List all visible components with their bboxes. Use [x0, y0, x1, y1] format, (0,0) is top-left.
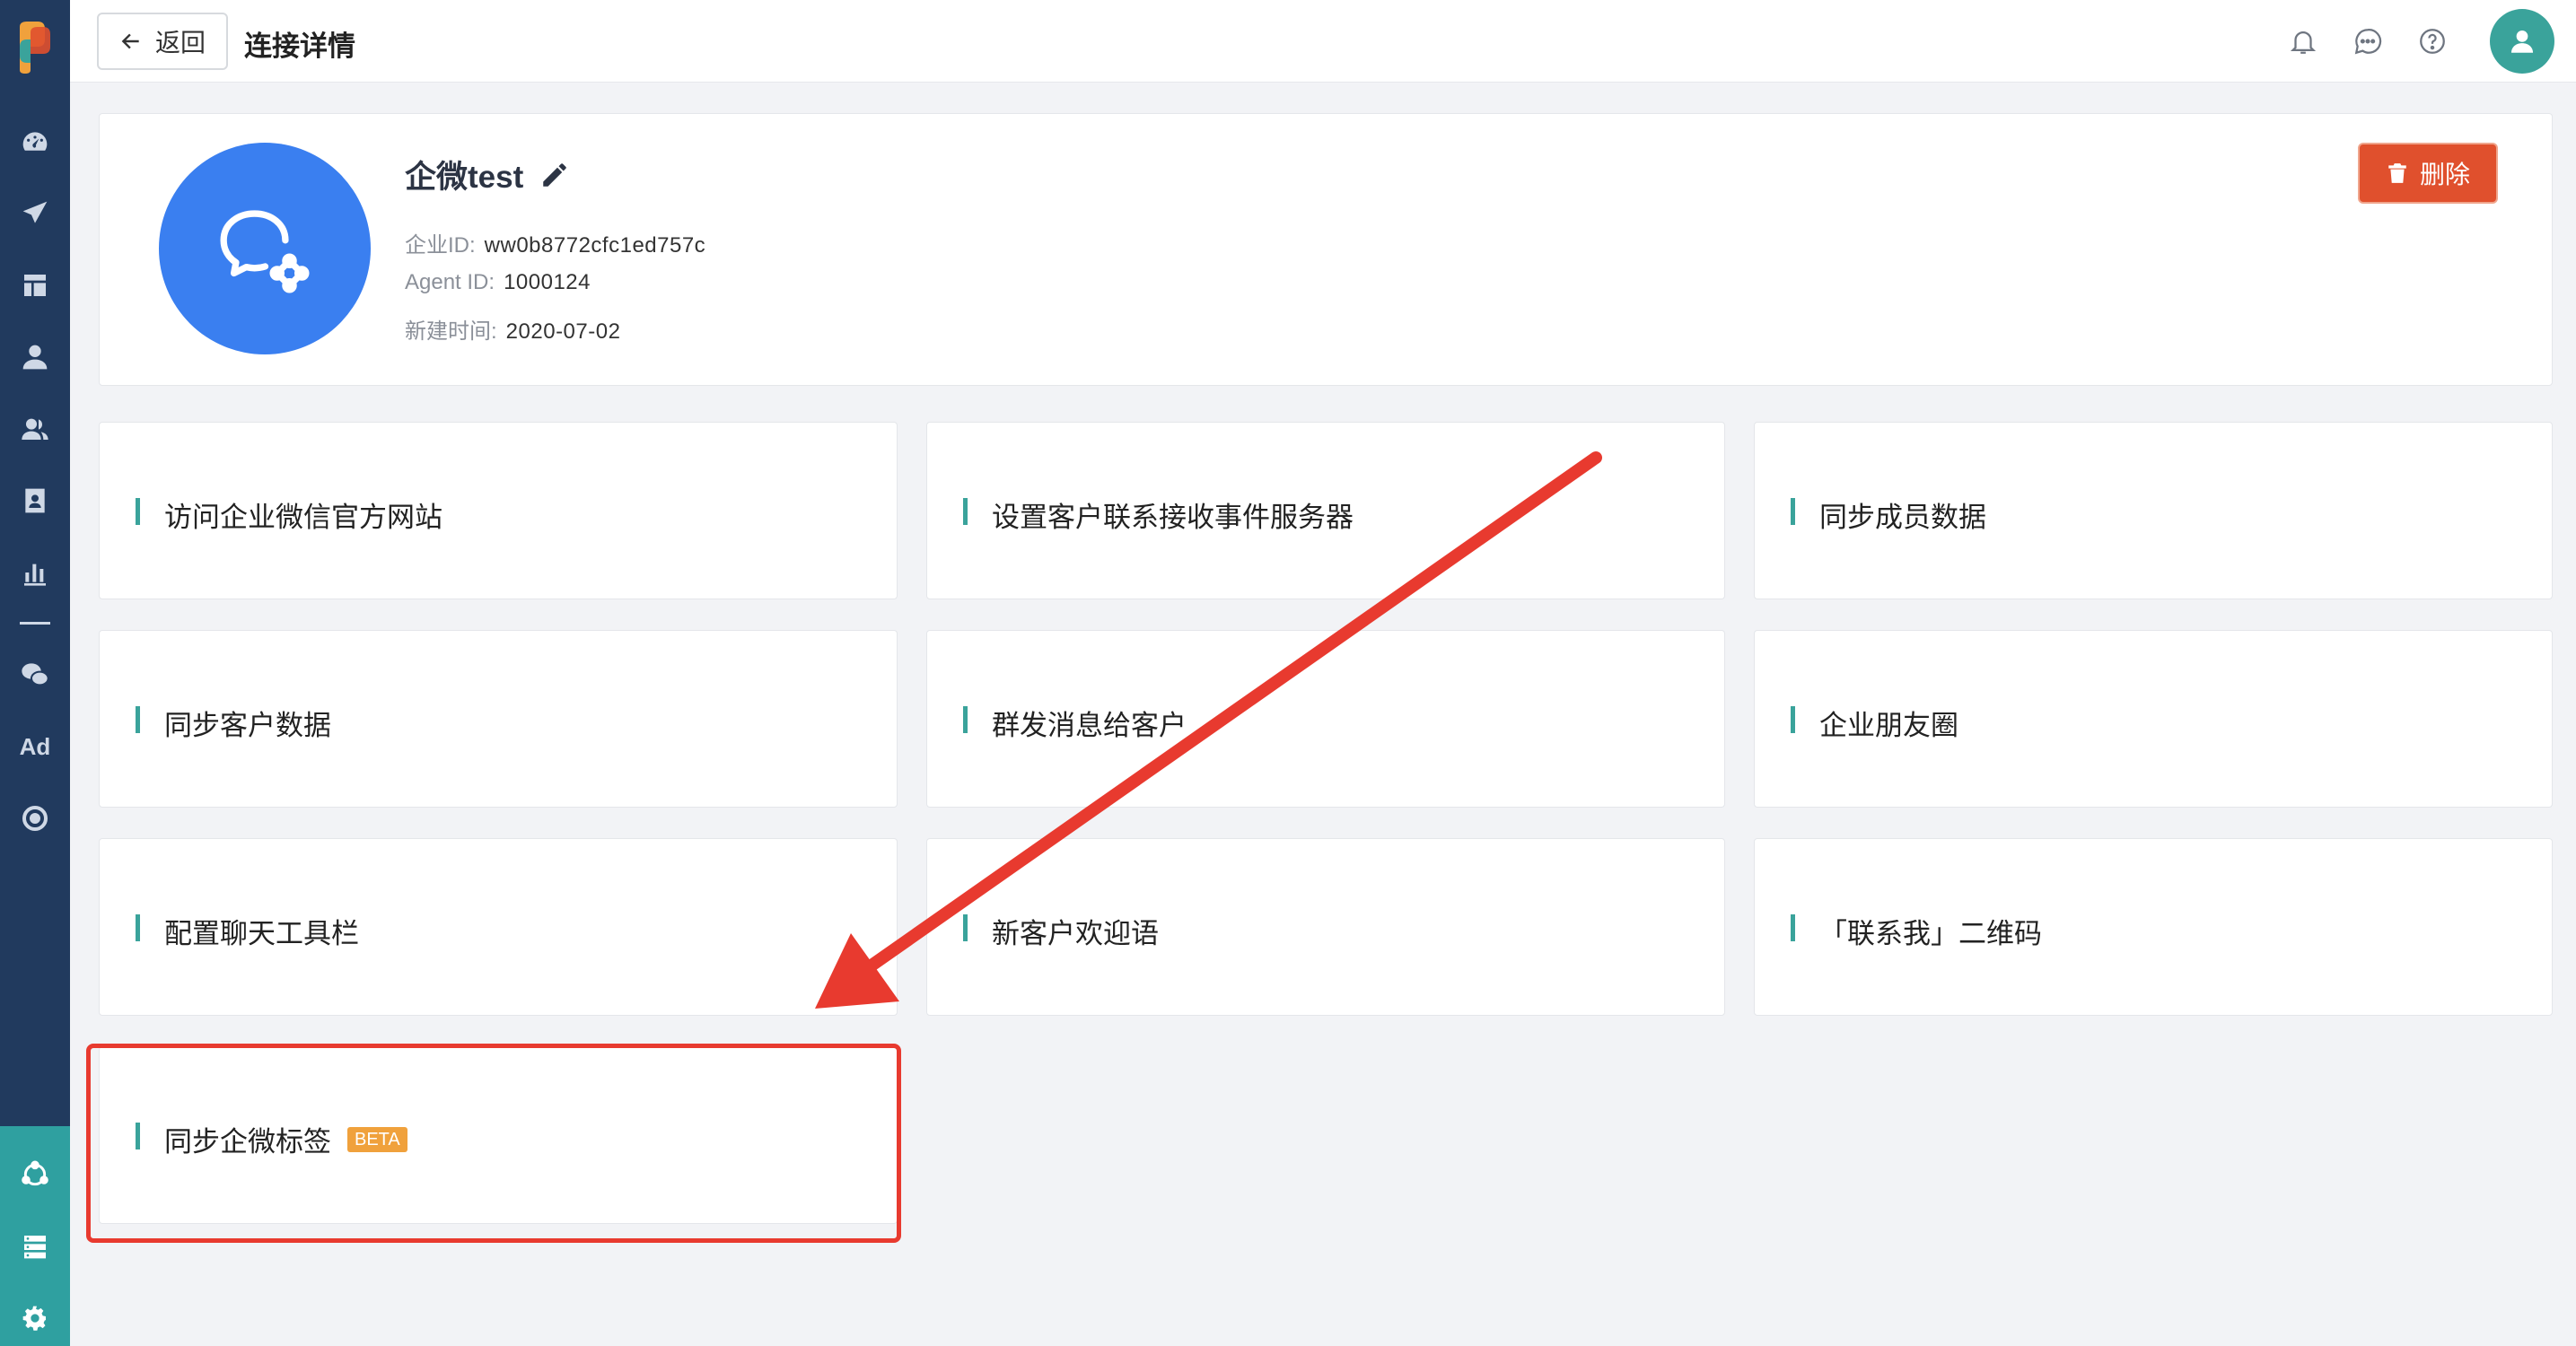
- connection-icon[interactable]: [17, 1157, 53, 1193]
- accent-bar: [1791, 914, 1795, 941]
- bar-chart-icon[interactable]: [17, 555, 53, 590]
- feature-card-chat-toolbar[interactable]: 配置聊天工具栏: [99, 838, 898, 1016]
- accent-bar: [1791, 706, 1795, 733]
- connection-name-text: 企微test: [405, 160, 524, 195]
- feature-label: 设置客户联系接收事件服务器: [992, 502, 1354, 533]
- feature-card-welcome-message[interactable]: 新客户欢迎语: [926, 838, 1725, 1016]
- app-logo-icon[interactable]: [14, 20, 56, 75]
- trash-icon: [2388, 163, 2406, 183]
- agent-id-value: 1000124: [504, 270, 591, 294]
- feature-label: 同步企微标签: [164, 1126, 331, 1158]
- bell-icon[interactable]: [2285, 23, 2321, 59]
- connection-name: 企微test: [405, 152, 570, 197]
- sidebar-bottom-section: [0, 1126, 70, 1346]
- feature-label: 「联系我」二维码: [1819, 918, 2042, 949]
- back-button[interactable]: 返回: [97, 13, 228, 70]
- feature-label: 配置聊天工具栏: [164, 918, 359, 949]
- accent-bar: [136, 914, 140, 941]
- created-date-row: 新建时间: 2020-07-02: [405, 313, 620, 345]
- agent-id-label: Agent ID:: [405, 270, 495, 294]
- feature-label: 同步成员数据: [1819, 502, 1986, 533]
- server-icon[interactable]: [17, 1228, 53, 1264]
- page-title: 连接详情: [244, 31, 355, 62]
- enterprise-id-row: 企业ID: ww0b8772cfc1ed757c: [405, 227, 705, 258]
- feature-label: 企业朋友圈: [1819, 710, 1958, 741]
- created-date-value: 2020-07-02: [505, 319, 621, 344]
- layout-icon[interactable]: [17, 267, 53, 303]
- feature-card-contact-me-qrcode[interactable]: 「联系我」二维码: [1754, 838, 2553, 1016]
- accent-bar: [1791, 498, 1795, 525]
- feature-card-sync-tags[interactable]: 同步企微标签 BETA: [99, 1046, 898, 1224]
- feature-card-sync-members[interactable]: 同步成员数据: [1754, 422, 2553, 599]
- ad-icon[interactable]: Ad: [17, 729, 53, 765]
- feature-card-mass-message[interactable]: 群发消息给客户: [926, 630, 1725, 808]
- beta-badge: BETA: [347, 1126, 407, 1152]
- feature-label: 新客户欢迎语: [992, 918, 1159, 949]
- accent-bar: [963, 914, 968, 941]
- created-date-label: 新建时间:: [405, 319, 497, 344]
- sidebar-divider: [20, 622, 50, 625]
- contact-card-icon[interactable]: [17, 483, 53, 519]
- accent-bar: [136, 1123, 140, 1149]
- enterprise-id-value: ww0b8772cfc1ed757c: [484, 233, 706, 258]
- dashboard-icon[interactable]: [17, 124, 53, 160]
- users-icon[interactable]: [17, 411, 53, 447]
- feature-label: 访问企业微信官方网站: [164, 502, 442, 533]
- edit-pencil-icon[interactable]: [539, 160, 570, 190]
- chat-icon[interactable]: [2350, 23, 2386, 59]
- help-icon[interactable]: [2414, 23, 2450, 59]
- feature-card-sync-customers[interactable]: 同步客户数据: [99, 630, 898, 808]
- feature-label: 群发消息给客户: [992, 710, 1187, 741]
- accent-bar: [963, 498, 968, 525]
- enterprise-id-label: 企业ID:: [405, 233, 476, 258]
- target-icon[interactable]: [17, 800, 53, 836]
- sidebar: Ad: [0, 0, 70, 1346]
- accent-bar: [136, 706, 140, 733]
- feature-card-official-website[interactable]: 访问企业微信官方网站: [99, 422, 898, 599]
- feature-card-event-server[interactable]: 设置客户联系接收事件服务器: [926, 422, 1725, 599]
- gear-icon[interactable]: [17, 1300, 53, 1336]
- user-icon[interactable]: [17, 339, 53, 375]
- feature-label: 同步客户数据: [164, 710, 331, 741]
- send-icon[interactable]: [17, 196, 53, 232]
- agent-id-row: Agent ID: 1000124: [405, 270, 591, 295]
- delete-button[interactable]: 删除: [2360, 144, 2496, 202]
- wechat-icon[interactable]: [17, 657, 53, 693]
- delete-button-label: 删除: [2419, 161, 2470, 188]
- wecom-logo-icon: [159, 143, 371, 354]
- arrow-left-icon: [121, 33, 139, 49]
- top-header: 返回 连接详情: [70, 0, 2576, 83]
- feature-card-moments[interactable]: 企业朋友圈: [1754, 630, 2553, 808]
- back-button-label: 返回: [154, 29, 206, 57]
- user-avatar-icon[interactable]: [2490, 9, 2554, 74]
- accent-bar: [963, 706, 968, 733]
- accent-bar: [136, 498, 140, 525]
- connection-info-card: 企微test 企业ID: ww0b8772cfc1ed757c Agent ID:…: [99, 113, 2553, 386]
